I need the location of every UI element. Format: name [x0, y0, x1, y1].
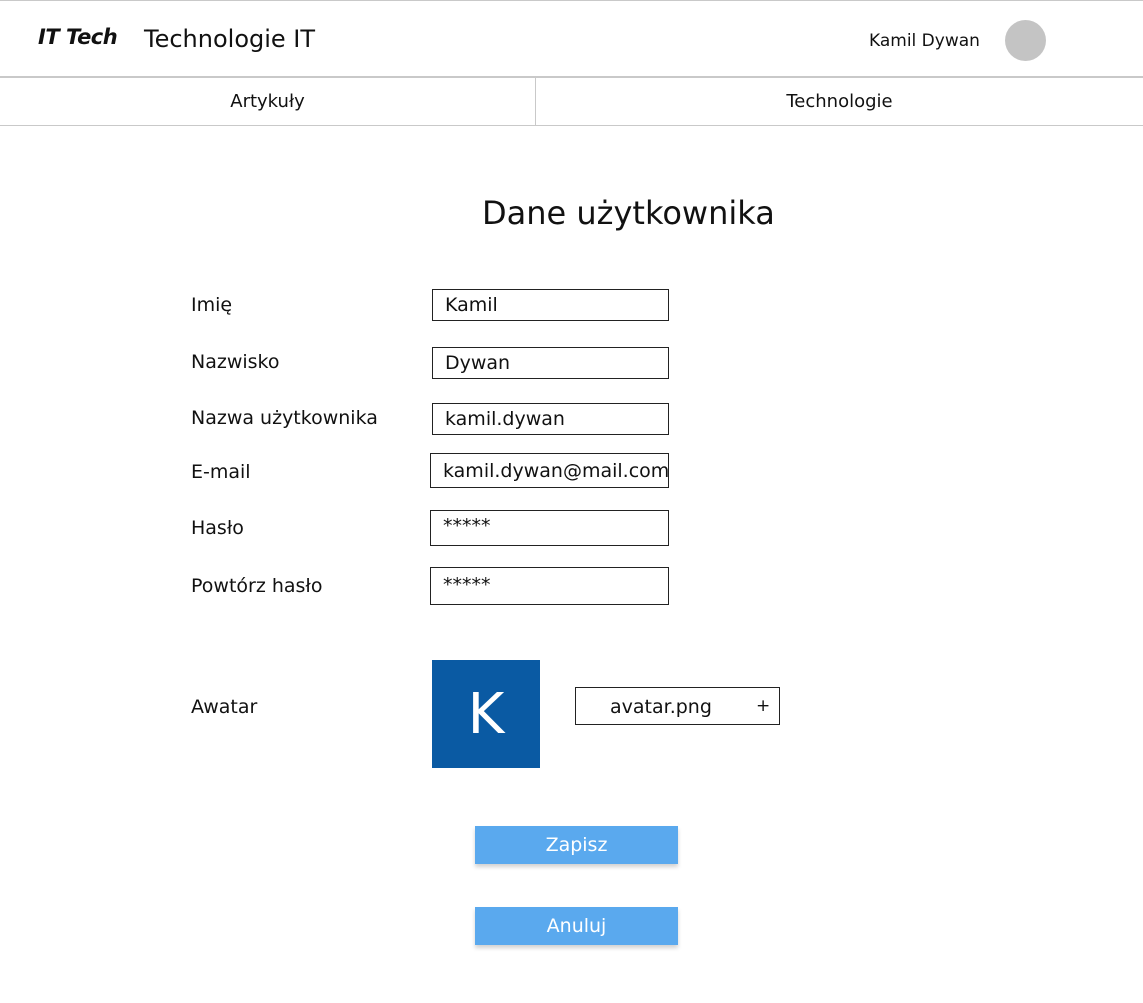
user-avatar[interactable] [1005, 20, 1046, 61]
password-repeat-field[interactable]: ***** [430, 567, 669, 605]
email-label: E-mail [191, 461, 251, 483]
nav-item-artykuly[interactable]: Artykuły [0, 78, 536, 125]
user-name[interactable]: Kamil Dywan [869, 31, 980, 51]
password-repeat-label: Powtórz hasło [191, 575, 323, 597]
avatar-preview: K [432, 660, 540, 768]
logo[interactable]: IT Tech [38, 25, 118, 49]
site-title: Technologie IT [144, 25, 316, 53]
nav-item-technologie[interactable]: Technologie [536, 78, 1143, 125]
avatar-file-picker[interactable]: avatar.png + [575, 687, 780, 725]
email-field[interactable]: kamil.dywan@mail.com [430, 453, 669, 488]
save-button[interactable]: Zapisz [475, 826, 678, 864]
cancel-button[interactable]: Anuluj [475, 907, 678, 945]
main-nav: Artykuły Technologie [0, 78, 1143, 126]
first-name-field[interactable]: Kamil [432, 289, 669, 321]
page-title: Dane użytkownika [482, 194, 775, 232]
password-label: Hasło [191, 517, 244, 539]
last-name-label: Nazwisko [191, 351, 280, 373]
avatar-label: Awatar [191, 696, 258, 718]
page: IT Tech Technologie IT Kamil Dywan Artyk… [0, 0, 1143, 1003]
username-field[interactable]: kamil.dywan [432, 403, 669, 435]
first-name-label: Imię [191, 294, 233, 316]
password-field[interactable]: ***** [430, 510, 669, 546]
last-name-field[interactable]: Dywan [432, 347, 669, 379]
header: IT Tech Technologie IT Kamil Dywan [0, 0, 1143, 78]
avatar-file-name: avatar.png [610, 696, 712, 718]
username-label: Nazwa użytkownika [191, 407, 378, 429]
plus-icon[interactable]: + [756, 696, 770, 716]
